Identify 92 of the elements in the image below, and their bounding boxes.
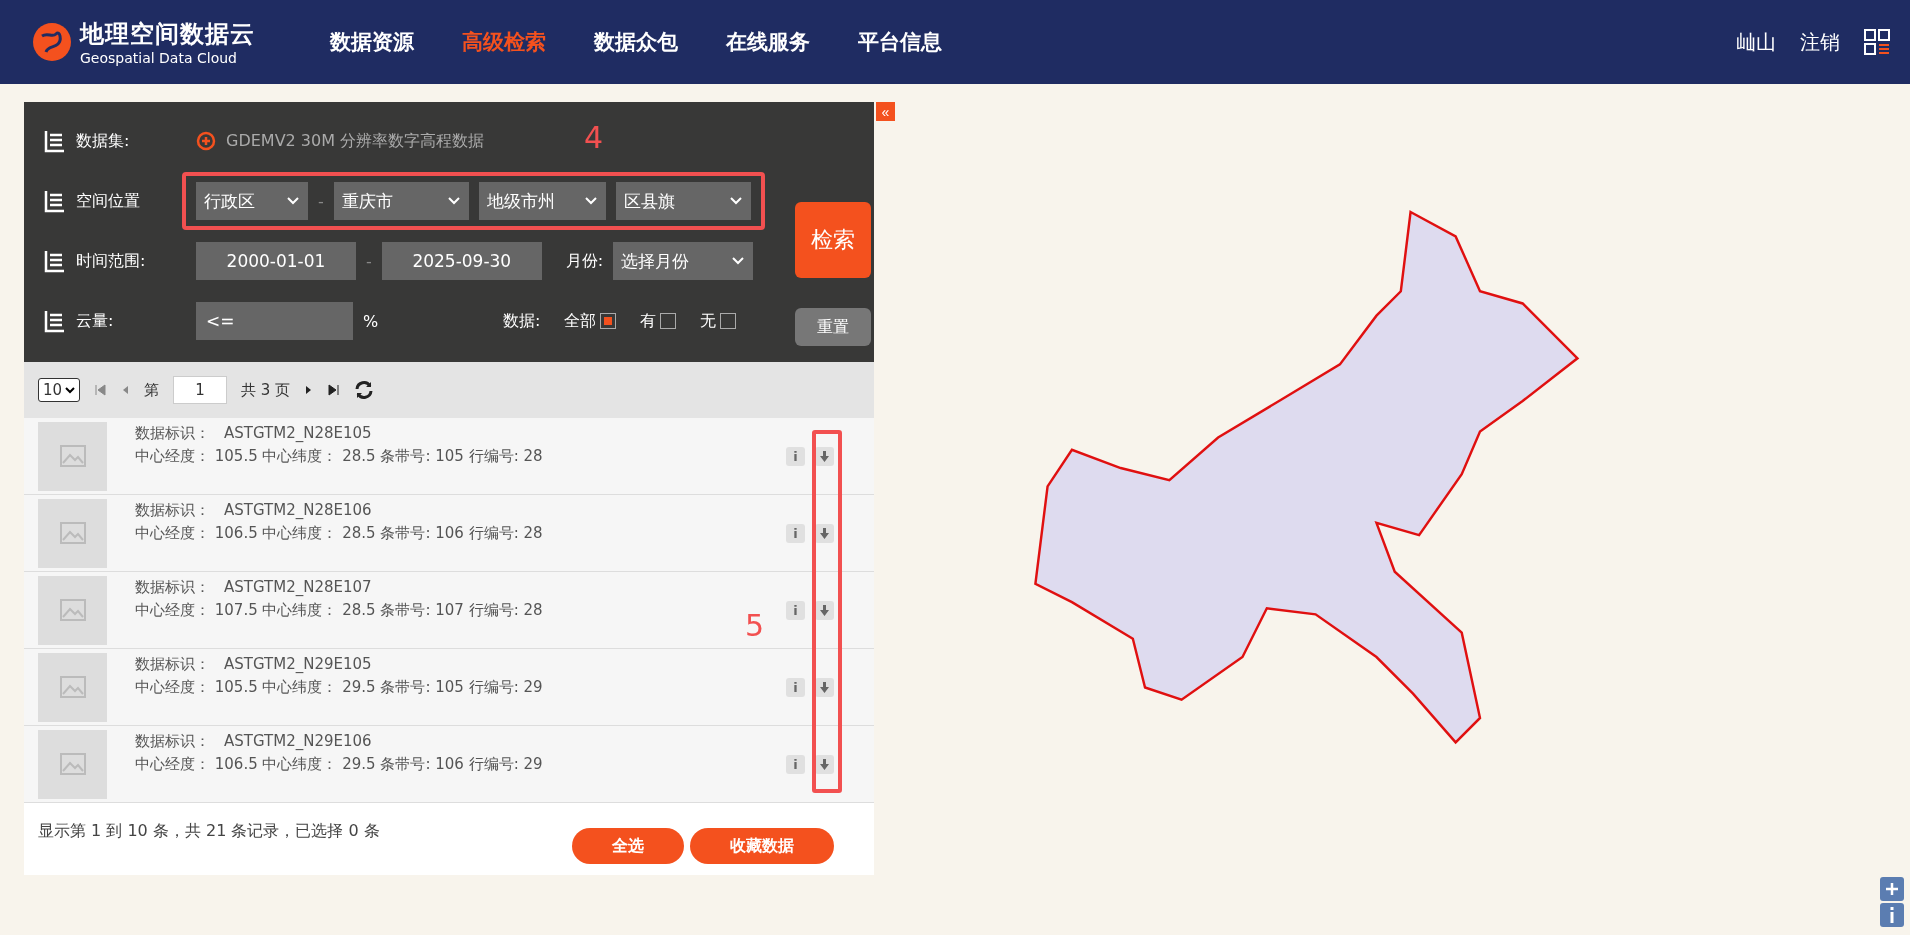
footer-button[interactable]: 全选 — [572, 828, 684, 864]
record-id: ASTGTM2_N29E105 — [224, 655, 372, 674]
info-button[interactable]: i — [786, 600, 805, 620]
nav-link[interactable]: 在线服务 — [726, 28, 810, 56]
nav-link[interactable]: 平台信息 — [858, 28, 942, 56]
grid-menu-icon[interactable] — [1864, 29, 1890, 55]
info-button[interactable] — [1880, 903, 1904, 927]
filter-checkbox[interactable]: 全部 — [564, 310, 617, 332]
select-field[interactable]: 行政区 — [196, 182, 308, 220]
record-id-label: 数据标识： — [135, 732, 210, 751]
record-row[interactable]: 数据标识： ASTGTM2_N28E105 中心经度： 105.5 中心纬度： 28.5 条带号: 105 行编号: 28 i — [24, 418, 874, 495]
chevron-down-icon — [65, 386, 76, 394]
annotation-number: 4 — [584, 120, 604, 155]
nav-link[interactable]: 数据众包 — [594, 28, 678, 56]
page-total: 共 3 页 — [241, 380, 291, 400]
dash-separator: - — [318, 191, 324, 211]
info-button[interactable]: i — [786, 523, 805, 543]
select-field[interactable]: 区县旗 — [615, 182, 751, 220]
download-arrow-icon — [820, 450, 829, 462]
percent-unit: % — [363, 311, 380, 331]
search-button[interactable]: 检索 — [794, 202, 871, 278]
thumbnail-placeholder — [38, 575, 107, 645]
reset-button[interactable]: 重置 — [794, 308, 871, 346]
page-prefix: 第 — [144, 380, 160, 400]
page-size-select[interactable]: 10 — [38, 378, 81, 402]
record-id-label: 数据标识： — [135, 424, 210, 443]
info-button[interactable]: i — [786, 677, 805, 697]
record-id: ASTGTM2_N28E107 — [224, 578, 372, 597]
dataset-value: GDEMV2 30M 分辨率数字高程数据 — [226, 130, 485, 152]
thumbnail-placeholder — [38, 652, 107, 722]
chevron-down-icon — [583, 196, 598, 206]
refresh-icon[interactable] — [354, 380, 375, 400]
record-row[interactable]: 数据标识： ASTGTM2_N28E106 中心经度： 106.5 中心纬度： 28.5 条带号: 106 行编号: 28 i — [24, 495, 874, 572]
month-select[interactable]: 选择月份 — [613, 242, 754, 280]
list-icon — [44, 129, 66, 153]
data-filter-label: 数据: — [503, 310, 541, 332]
thumbnail-placeholder — [38, 421, 107, 491]
last-page-icon[interactable] — [328, 384, 341, 396]
record-id: ASTGTM2_N28E106 — [224, 501, 372, 520]
add-circle-icon[interactable] — [196, 131, 216, 151]
page-number-field[interactable]: 1 — [173, 376, 228, 404]
record-details: 中心经度： 107.5 中心纬度： 28.5 条带号: 107 行编号: 28 — [135, 601, 544, 620]
collapse-button[interactable]: « — [876, 102, 895, 121]
info-icon — [1889, 907, 1895, 923]
location-label: 空间位置 — [76, 190, 141, 212]
chevron-down-icon — [728, 196, 743, 206]
footer-button[interactable]: 收藏数据 — [690, 828, 834, 864]
start-date-field[interactable]: 2000-01-01 — [196, 242, 356, 280]
record-details: 中心经度： 106.5 中心纬度： 29.5 条带号: 106 行编号: 29 — [135, 755, 544, 774]
plus-icon — [1886, 883, 1898, 895]
annotation-number: 5 — [744, 608, 764, 643]
record-id: ASTGTM2_N28E105 — [224, 424, 372, 443]
info-button[interactable]: i — [786, 754, 805, 774]
cloud-input-field[interactable]: <= — [196, 302, 353, 340]
logo-subtitle: Geospatial Data Cloud — [80, 50, 238, 66]
user-link[interactable]: 屾山 — [1736, 28, 1776, 56]
logout-link[interactable]: 注销 — [1800, 28, 1840, 56]
time-label: 时间范围: — [76, 250, 147, 272]
download-arrow-icon — [820, 681, 829, 693]
nav-link[interactable]: 高级检索 — [462, 28, 546, 56]
record-id: ASTGTM2_N29E106 — [224, 732, 372, 751]
select-field[interactable]: 地级市州 — [478, 182, 606, 220]
record-details: 中心经度： 106.5 中心纬度： 28.5 条带号: 106 行编号: 28 — [135, 524, 544, 543]
record-row[interactable]: 数据标识： ASTGTM2_N29E105 中心经度： 105.5 中心纬度： 29.5 条带号: 105 行编号: 29 i — [24, 649, 874, 726]
download-arrow-icon — [820, 604, 829, 616]
globe-logo-icon — [30, 20, 74, 64]
cloud-label: 云量: — [76, 310, 115, 332]
chevron-down-icon — [446, 196, 461, 206]
record-summary: 显示第 1 到 10 条，共 21 条记录，已选择 0 条 — [38, 820, 380, 842]
chevron-down-icon — [731, 256, 746, 266]
record-details: 中心经度： 105.5 中心纬度： 29.5 条带号: 105 行编号: 29 — [135, 678, 544, 697]
record-id-label: 数据标识： — [135, 578, 210, 597]
record-id-label: 数据标识： — [135, 655, 210, 674]
record-details: 中心经度： 105.5 中心纬度： 28.5 条带号: 105 行编号: 28 — [135, 447, 544, 466]
end-date-field[interactable]: 2025-09-30 — [381, 242, 542, 280]
filter-checkbox[interactable]: 有 — [640, 310, 677, 332]
dataset-label: 数据集: — [76, 130, 131, 152]
first-page-icon[interactable] — [94, 384, 107, 396]
nav-link[interactable]: 数据资源 — [330, 28, 414, 56]
filter-checkbox[interactable]: 无 — [700, 310, 737, 332]
thumbnail-placeholder — [38, 729, 107, 799]
zoom-in-button[interactable] — [1880, 877, 1904, 901]
thumbnail-placeholder — [38, 498, 107, 568]
download-arrow-icon — [820, 527, 829, 539]
dash-separator: - — [366, 251, 372, 271]
info-button[interactable]: i — [786, 446, 805, 466]
month-label: 月份: — [565, 250, 604, 272]
select-field[interactable]: 重庆市 — [333, 182, 469, 220]
logo-title: 地理空间数据云 — [80, 19, 255, 50]
download-arrow-icon — [820, 758, 829, 770]
record-id-label: 数据标识： — [135, 501, 210, 520]
chevron-down-icon — [286, 196, 300, 206]
